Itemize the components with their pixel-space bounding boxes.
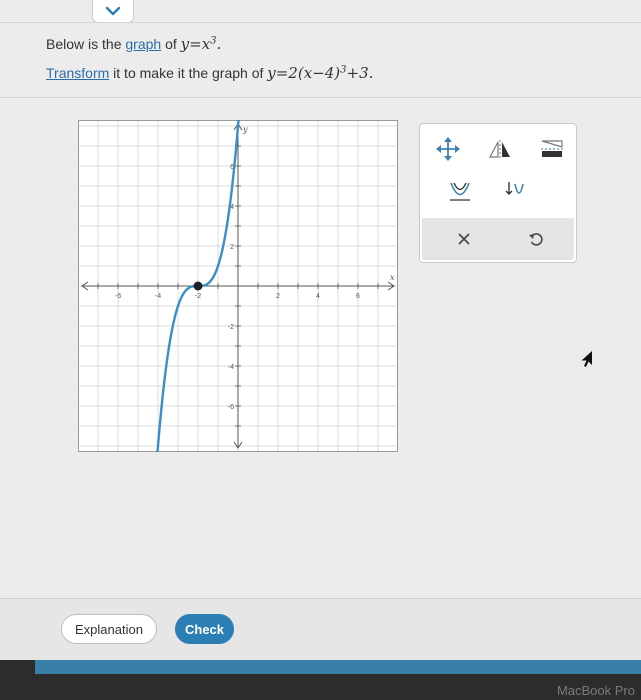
x-tick-label: -6: [115, 293, 121, 300]
explanation-button[interactable]: Explanation: [61, 614, 157, 644]
chevron-down-icon: [105, 6, 121, 16]
undo-button[interactable]: [518, 224, 554, 254]
reflect-horizontal-button[interactable]: [534, 134, 570, 164]
graph-area[interactable]: -6 -4 -2 2 4 6 6 4 2 -2 -4 -6 x y: [77, 118, 399, 454]
y-tick-label: -4: [228, 364, 234, 371]
prompt-divider: [0, 97, 641, 98]
coordinate-plane[interactable]: -6 -4 -2 2 4 6642-2-4-6 x y: [77, 118, 399, 454]
collapse-toggle[interactable]: [92, 0, 134, 23]
y-axis-label: y: [242, 125, 248, 134]
toolbox-footer: [422, 218, 574, 260]
transform-link[interactable]: Transform: [46, 65, 109, 81]
shrink-vertical-button[interactable]: [496, 176, 532, 206]
math-expression: +3.: [346, 64, 374, 82]
graph-link[interactable]: graph: [125, 36, 161, 52]
y-tick-label: -6: [228, 404, 234, 411]
screen-bezel: MacBook Pro: [0, 660, 641, 700]
math-expression: y=x: [180, 35, 211, 53]
prompt-line-2: Transform it to make it the graph of y=2…: [46, 64, 373, 82]
reflect-vertical-button[interactable]: [482, 134, 518, 164]
prompt-text: of: [161, 36, 181, 52]
page: Below is the graph of y=x3. Transform it…: [0, 0, 641, 700]
transform-toolbox: [419, 123, 577, 263]
y-tick-label: 2: [230, 244, 234, 251]
y-tick-label: -2: [228, 324, 234, 331]
mouse-pointer-icon: [581, 351, 592, 367]
taskbar-band: [35, 660, 641, 674]
x-tick-label: 4: [316, 293, 320, 300]
shrink-vertical-icon: [505, 182, 524, 195]
prompt-text: it to make it the graph of: [109, 65, 268, 81]
math-expression: y=2(x−4): [267, 64, 341, 82]
check-button[interactable]: Check: [175, 614, 234, 644]
x-axis-label: x: [390, 273, 395, 282]
stretch-vertical-icon: [450, 182, 470, 201]
curve-anchor-point[interactable]: [193, 281, 203, 291]
x-tick-label: -4: [155, 293, 161, 300]
reflect-vertical-icon: [489, 140, 510, 159]
undo-icon: [529, 233, 543, 246]
move-icon: [436, 137, 460, 161]
x-tick-label: 2: [276, 293, 280, 300]
stretch-vertical-button[interactable]: [442, 176, 478, 206]
prompt-text: Below is the: [46, 36, 126, 52]
top-divider: [0, 22, 641, 23]
x-tick-label: -2: [195, 293, 201, 300]
reflect-horizontal-icon: [541, 140, 563, 157]
prompt-line-1: Below is the graph of y=x3.: [46, 35, 221, 53]
math-expression: .: [216, 35, 222, 53]
clear-button[interactable]: [446, 224, 482, 254]
x-tick-label: 6: [356, 293, 360, 300]
clear-icon: [458, 233, 470, 245]
device-brand-label: MacBook Pro: [556, 683, 635, 698]
move-tool-button[interactable]: [430, 134, 466, 164]
